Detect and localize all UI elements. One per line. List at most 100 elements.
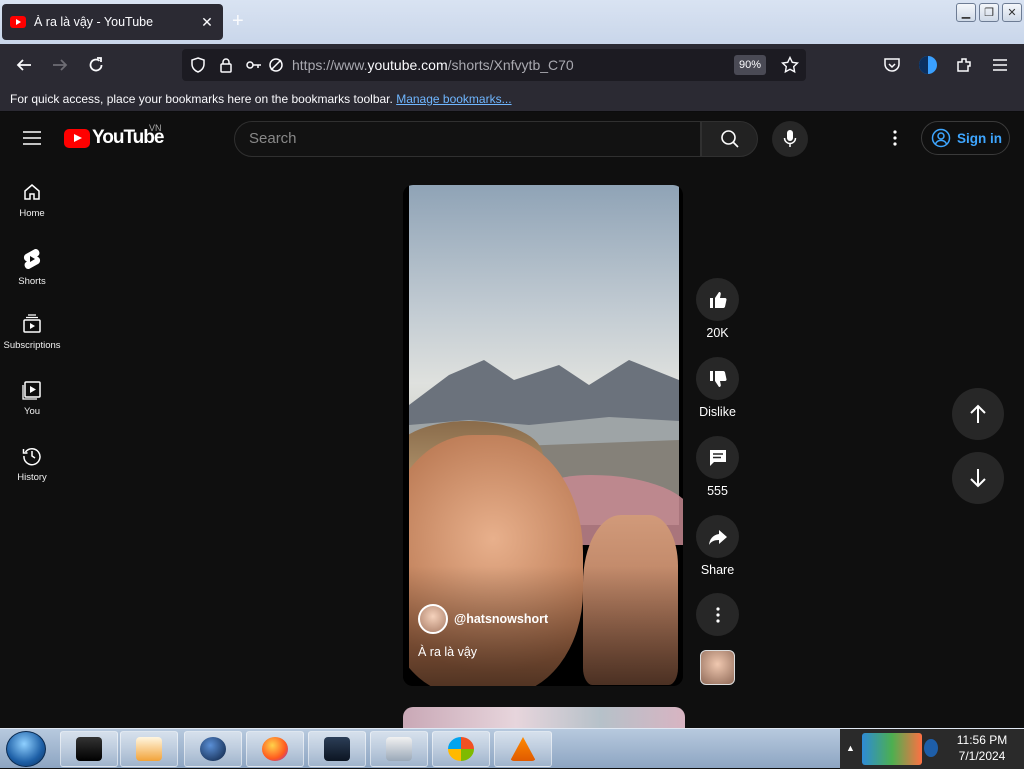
user-circle-icon — [931, 128, 951, 148]
taskbar-app-globe[interactable] — [184, 731, 242, 767]
browser-nav-bar: https://www.youtube.com/shorts/Xnfvytb_C… — [0, 44, 1024, 86]
windows-taskbar: ▲ 11:56 PM 7/1/2024 — [0, 728, 1024, 769]
vlc-cone-icon — [510, 737, 536, 761]
tab-title: À ra là vậy - YouTube — [34, 15, 154, 29]
tray-icons-preview[interactable] — [862, 733, 922, 765]
sidebar-item-shorts[interactable]: Shorts — [0, 238, 64, 298]
tab-close-icon[interactable]: ✕ — [199, 14, 215, 31]
bookmark-star-icon[interactable] — [778, 53, 802, 77]
taskbar-app-vlc[interactable] — [494, 731, 552, 767]
start-button[interactable] — [6, 731, 46, 767]
short-video-player[interactable]: @hatsnowshort À ra là vậy — [403, 185, 683, 686]
arrow-up-icon — [970, 404, 986, 423]
like-button[interactable] — [696, 278, 739, 321]
voice-search-button[interactable] — [772, 121, 808, 157]
manage-bookmarks-link[interactable]: Manage bookmarks... — [396, 92, 511, 106]
extensions-icon[interactable] — [952, 53, 976, 77]
clock-time: 11:56 PM — [956, 733, 1008, 747]
sidebar-item-home[interactable]: Home — [0, 172, 64, 232]
next-short-button[interactable] — [952, 452, 1004, 504]
you-icon — [22, 381, 41, 400]
tray-expand-icon[interactable]: ▲ — [846, 743, 855, 753]
thumbs-down-icon — [709, 370, 727, 387]
search-button[interactable] — [701, 121, 758, 157]
restore-icon[interactable]: ❐ — [979, 3, 999, 22]
taskbar-app-recorder[interactable] — [370, 731, 428, 767]
pocket-icon[interactable] — [880, 53, 904, 77]
youtube-play-logo-icon — [64, 128, 90, 148]
comments-button[interactable] — [696, 436, 739, 479]
search-icon — [720, 130, 739, 148]
sign-in-button[interactable]: Sign in — [921, 121, 1010, 155]
more-actions-button[interactable] — [696, 593, 739, 636]
settings-menu-icon[interactable] — [883, 126, 907, 150]
minimize-icon[interactable]: ▁ — [956, 3, 976, 22]
taskbar-clock[interactable]: 11:56 PM 7/1/2024 — [940, 732, 1024, 764]
network-icon[interactable] — [924, 739, 938, 757]
forward-arrow-icon[interactable] — [48, 53, 72, 77]
taskbar-app-firefox[interactable] — [246, 731, 304, 767]
address-bar[interactable]: https://www.youtube.com/shorts/Xnfvytb_C… — [182, 49, 806, 81]
url-path: /shorts/Xnfvytb_C70 — [447, 57, 574, 73]
share-button[interactable] — [696, 515, 739, 558]
sidebar-item-history[interactable]: History — [0, 436, 64, 496]
new-tab-button[interactable]: + — [232, 10, 244, 33]
terminal-icon — [76, 737, 102, 761]
autoplay-blocked-icon[interactable] — [264, 53, 288, 77]
comment-count: 555 — [707, 484, 728, 498]
channel-handle[interactable]: @hatsnowshort — [454, 612, 548, 626]
account-icon[interactable] — [916, 53, 940, 77]
windows-logo-icon — [448, 737, 474, 761]
sidebar-item-subscriptions[interactable]: Subscriptions — [0, 304, 64, 364]
sidebar-label: You — [23, 406, 41, 417]
reload-icon[interactable] — [84, 53, 108, 77]
subscriptions-icon — [23, 314, 41, 333]
clock-date: 7/1/2024 — [958, 749, 1006, 763]
tracking-shield-icon[interactable] — [186, 53, 210, 77]
share-label: Share — [700, 563, 735, 577]
search-input[interactable]: Search — [234, 121, 701, 157]
taskbar-app-terminal[interactable] — [60, 731, 118, 767]
history-icon — [22, 447, 41, 466]
more-vertical-icon — [715, 606, 720, 623]
url-prefix: https://www. — [292, 57, 368, 73]
back-arrow-icon[interactable] — [12, 53, 36, 77]
taskbar-app-media-player[interactable] — [120, 731, 178, 767]
dislike-button[interactable] — [696, 357, 739, 400]
lock-icon[interactable] — [214, 53, 238, 77]
bookmarks-hint: For quick access, place your bookmarks h… — [10, 92, 393, 106]
youtube-logo[interactable]: YouTube VN — [64, 123, 164, 149]
shorts-icon — [23, 248, 41, 270]
previous-short-button[interactable] — [952, 388, 1004, 440]
sign-in-label: Sign in — [957, 130, 1002, 146]
share-arrow-icon — [708, 529, 727, 545]
channel-avatar[interactable] — [418, 604, 448, 634]
zoom-level-badge[interactable]: 90% — [734, 55, 767, 75]
globe-icon — [200, 737, 226, 761]
dislike-label: Dislike — [699, 405, 736, 419]
sidebar-label: History — [17, 472, 47, 483]
guide-menu-icon[interactable] — [20, 126, 44, 150]
recorder-icon — [386, 737, 412, 761]
channel-info[interactable]: @hatsnowshort — [418, 604, 548, 634]
media-player-icon — [136, 737, 162, 761]
sound-thumbnail[interactable] — [700, 650, 735, 685]
taskbar-app-monitor[interactable] — [308, 731, 366, 767]
url-text[interactable]: https://www.youtube.com/shorts/Xnfvytb_C… — [292, 57, 574, 73]
url-host: youtube.com — [367, 57, 448, 73]
permissions-icon[interactable] — [242, 53, 266, 77]
monitor-icon — [324, 737, 350, 761]
microphone-icon — [783, 130, 797, 147]
youtube-favicon-icon — [10, 16, 26, 28]
comment-icon — [709, 449, 726, 466]
browser-tab-active[interactable]: À ra là vậy - YouTube ✕ — [2, 4, 223, 40]
short-caption: À ra là vậy — [418, 645, 478, 659]
sidebar-label: Home — [19, 208, 45, 219]
arrow-down-icon — [970, 469, 986, 488]
sidebar-item-you[interactable]: You — [0, 370, 64, 430]
taskbar-app-windows-logo[interactable] — [432, 731, 490, 767]
country-code: VN — [149, 123, 162, 133]
sidebar-label: Shorts — [18, 276, 46, 287]
window-close-icon[interactable]: ✕ — [1002, 3, 1022, 22]
hamburger-menu-icon[interactable] — [988, 53, 1012, 77]
